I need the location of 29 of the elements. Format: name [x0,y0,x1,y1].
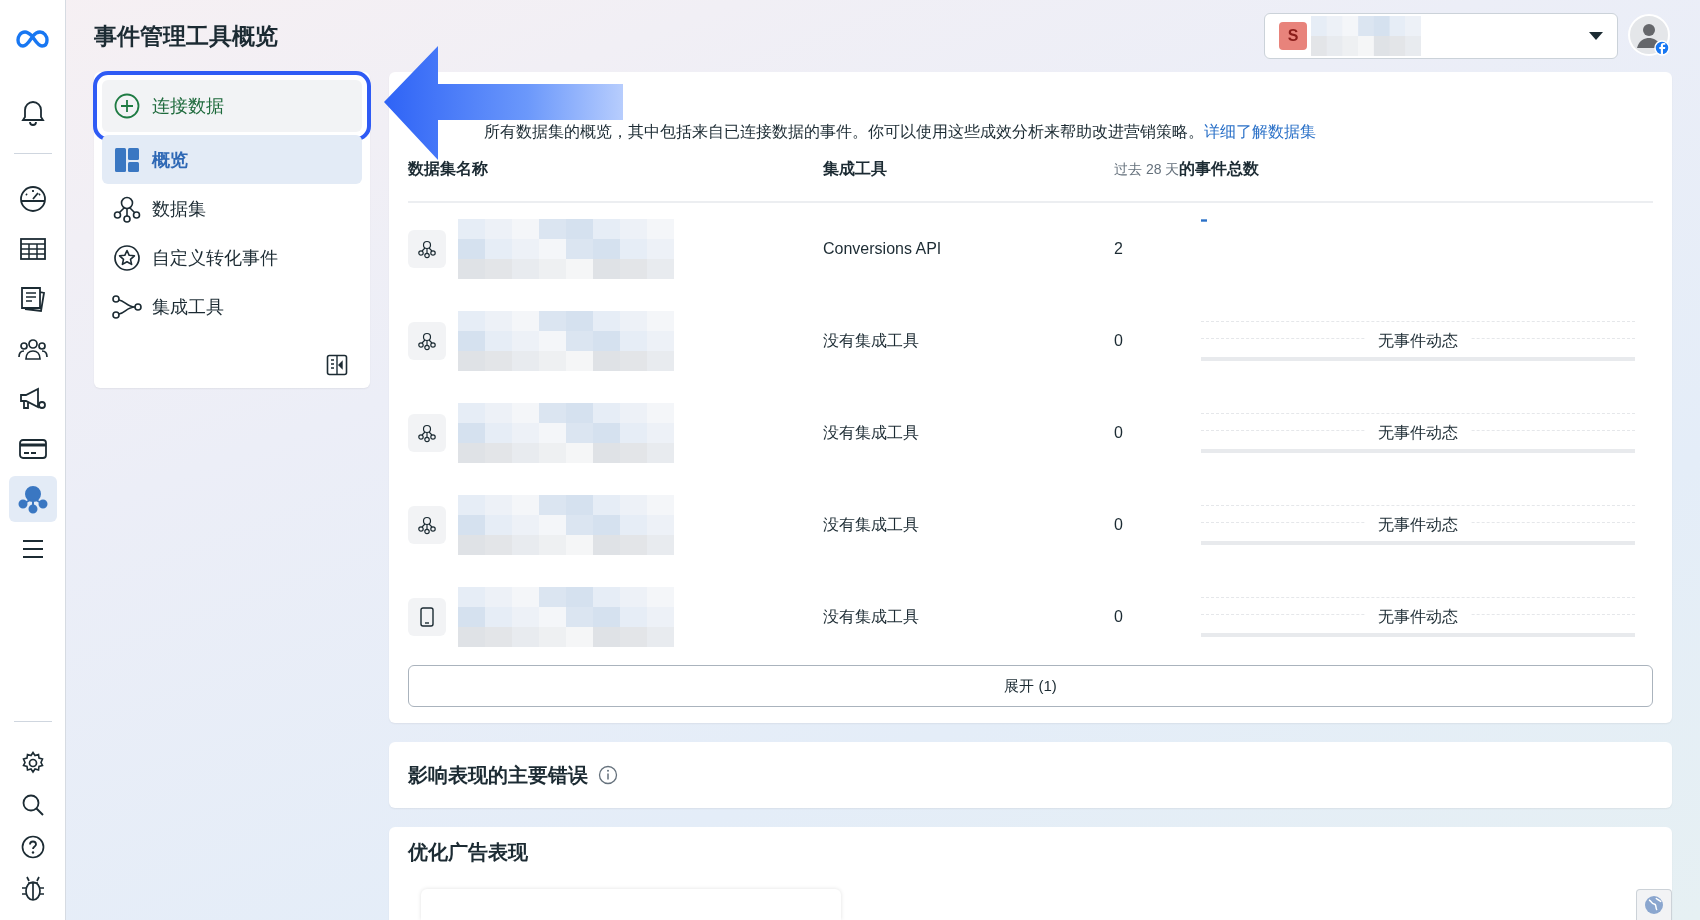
description-text: 所有数据集的概览，其中包括来自已连接数据的事件。你可以使用这些成效分析来帮助改进营销策略。详细了解数据集 [484,122,1317,142]
table-cell-text: 0 [1114,332,1124,350]
table-cell-text: 没有集成工具 [823,330,920,351]
table-cell-text: 没有集成工具 [823,514,920,535]
expand-button[interactable]: 展开 (1) [408,665,1653,707]
empty-activity-text: 无事件动态 [1366,331,1470,352]
nav-item[interactable]: 数据集 [102,184,362,233]
column-header: 数据集名称 [408,159,489,179]
learn-more-link[interactable]: 详细了解数据集 [1204,123,1316,140]
empty-activity-text: 无事件动态 [1366,515,1470,536]
column-header: 过去 28 天的事件总数 [1114,159,1261,179]
table-cell-text: 没有集成工具 [823,606,920,627]
table-cell-text: 0 [1114,608,1124,626]
column-header: 集成工具 [823,159,888,179]
table-cell-text: 0 [1114,424,1124,442]
empty-activity-text: 无事件动态 [1366,607,1470,628]
account-initial: S [1279,22,1307,50]
table-cell-text: Conversions API [823,240,943,258]
table-cell-text: 0 [1114,516,1124,534]
nav-item[interactable]: 集成工具 [102,282,362,331]
page-title: 事件管理工具概览 [94,21,279,51]
table-cell-text: 2 [1114,240,1124,258]
account-selector[interactable]: S [1264,13,1618,59]
table-cell-text: 没有集成工具 [823,422,920,443]
empty-activity-text: 无事件动态 [1366,423,1470,444]
nav-item[interactable]: 自定义转化事件 [102,233,362,282]
section-title: 影响表现的主要错误 [408,762,588,788]
nav-item[interactable]: 概览 [102,135,362,184]
section-title: 优化广告表现 [408,839,528,865]
